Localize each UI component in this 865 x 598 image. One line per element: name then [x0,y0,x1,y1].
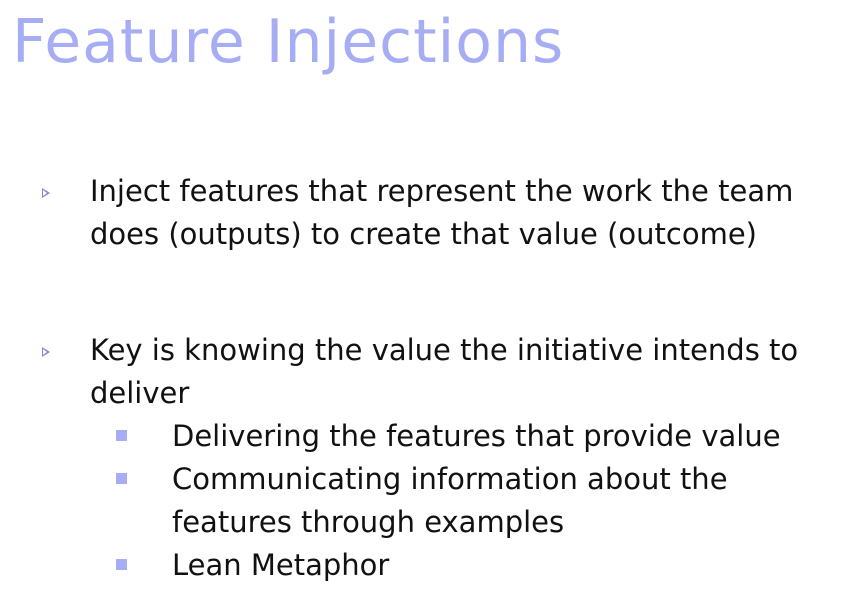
sub-bullet-text: Lean Metaphor [172,548,390,582]
triangle-bullet-icon [42,188,50,198]
bullet-text: Inject features that represent the work … [90,174,794,251]
square-bullet-icon [116,430,127,441]
slide: Feature Injections Inject features that … [0,0,865,598]
slide-title: Feature Injections [12,7,565,77]
sub-bullet-text: Delivering the features that provide val… [172,419,781,453]
square-bullet-icon [116,473,127,484]
bullet-text: Key is knowing the value the initiative … [90,333,799,410]
triangle-bullet-icon [42,347,50,357]
sub-bullet-text: Communicating information about the feat… [172,462,728,539]
square-bullet-icon [116,559,127,570]
